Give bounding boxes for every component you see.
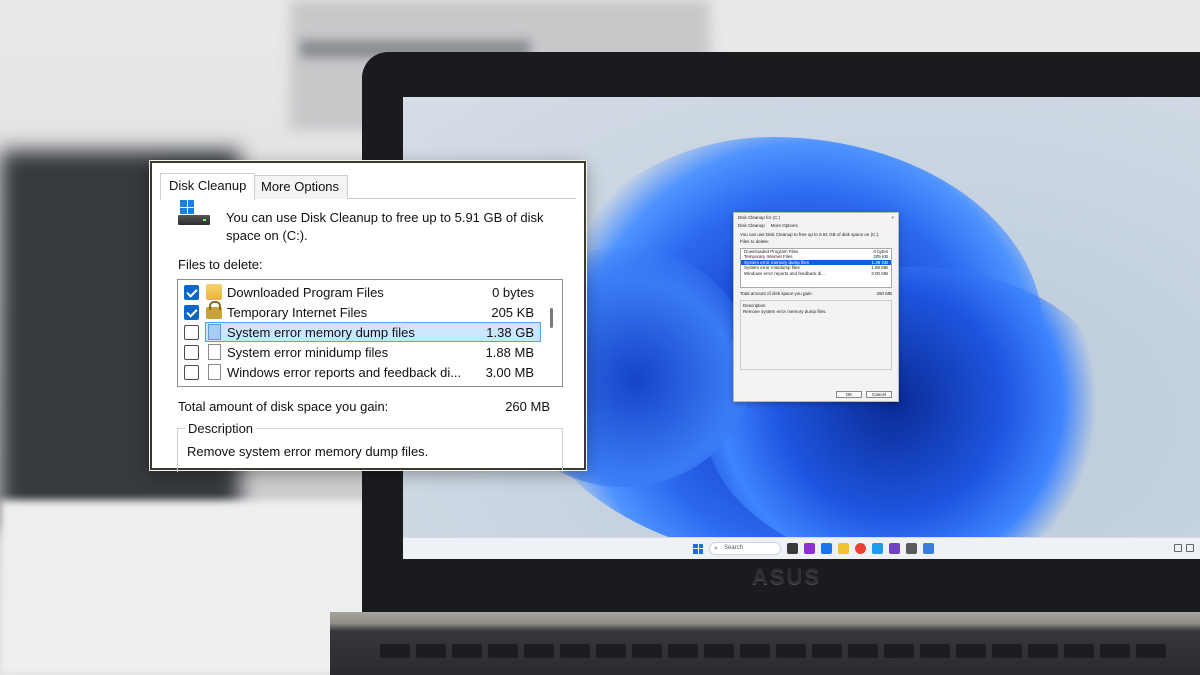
folder-icon — [206, 284, 222, 300]
file-size: 1.88 MB — [485, 344, 534, 360]
taskbar: Search — [403, 537, 1200, 559]
file-name: System error memory dump files — [227, 324, 415, 340]
description-text: Remove system error memory dump files. — [187, 444, 429, 459]
laptop-brand-logo: ASUS — [752, 564, 822, 589]
mini-total: Total amount of disk space you gain: 260 … — [740, 290, 892, 296]
drive-icon — [178, 200, 212, 228]
list-scrollbar[interactable] — [541, 280, 561, 386]
app-icon[interactable] — [889, 543, 900, 554]
tab-strip: Disk Cleanup More Options — [160, 173, 576, 200]
edge-icon[interactable] — [872, 543, 883, 554]
cancel-button[interactable]: Cancel — [866, 391, 892, 398]
file-name: Temporary Internet Files — [227, 304, 368, 320]
file-size: 1.38 GB — [486, 324, 534, 340]
start-icon[interactable] — [693, 543, 703, 554]
tab-more-options[interactable]: More Options — [252, 175, 349, 199]
total-space-value: 260 MB — [505, 399, 550, 414]
mini-body: You can use Disk Cleanup to free up to 5… — [734, 230, 898, 373]
settings-icon[interactable] — [906, 543, 917, 554]
document-icon — [208, 344, 221, 360]
list-item[interactable]: System error minidump files 1.88 MB — [178, 342, 540, 362]
intro-text: You can use Disk Cleanup to free up to 5… — [226, 210, 544, 243]
taskbar-search[interactable]: Search — [709, 542, 781, 555]
file-explorer-icon[interactable] — [838, 543, 849, 554]
list-item[interactable]: Windows error reports and feedback di...… — [178, 362, 540, 382]
mini-buttons: OK Cancel — [836, 391, 892, 398]
photos-icon[interactable] — [821, 543, 832, 554]
tray-icon[interactable] — [1186, 544, 1194, 552]
list-item[interactable]: Downloaded Program Files 0 bytes — [178, 282, 540, 302]
disk-cleanup-icon[interactable] — [923, 543, 934, 554]
file-size: 205 KB — [491, 304, 534, 320]
task-view-icon[interactable] — [787, 543, 798, 554]
mini-title-bar: Disk Cleanup for (C:) × — [734, 213, 898, 222]
file-size: 3.00 MB — [485, 364, 534, 380]
teams-icon[interactable] — [804, 543, 815, 554]
file-name: System error minidump files — [227, 344, 389, 360]
close-icon[interactable]: × — [891, 215, 894, 220]
document-icon — [208, 324, 221, 340]
mini-title: Disk Cleanup for (C:) — [738, 215, 781, 220]
chrome-icon[interactable] — [855, 543, 866, 554]
total-space-label: Total amount of disk space you gain: — [178, 399, 389, 414]
scrollbar-thumb[interactable] — [550, 308, 553, 328]
document-icon — [208, 364, 221, 380]
mini-file-list: Downloaded Program Files 0 bytes Temporar… — [740, 247, 892, 288]
checkbox-checked[interactable] — [184, 304, 199, 320]
ok-button[interactable]: OK — [836, 391, 862, 398]
mini-intro: You can use Disk Cleanup to free up to 5… — [740, 231, 880, 237]
file-name: Downloaded Program Files — [227, 284, 384, 300]
checkbox[interactable] — [184, 344, 199, 360]
list-item[interactable]: Temporary Internet Files 205 KB — [178, 301, 540, 322]
mini-tab-disk-cleanup[interactable]: Disk Cleanup — [738, 223, 765, 229]
file-list: Downloaded Program Files 0 bytes Tempora… — [177, 279, 563, 387]
checkbox-checked[interactable] — [184, 284, 199, 300]
system-tray — [1174, 544, 1194, 552]
keyboard — [380, 640, 1200, 675]
disk-cleanup-zoom-panel: Disk Cleanup More Options You can use Di… — [150, 161, 586, 472]
description-title: Description — [185, 421, 257, 436]
mini-list-item[interactable]: Windows error reports and feedback di...… — [741, 271, 891, 277]
list-item-selected[interactable]: System error memory dump files 1.38 GB — [178, 322, 541, 342]
checkbox[interactable] — [184, 324, 199, 340]
mini-disk-cleanup-dialog: Disk Cleanup for (C:) × Disk Cleanup Mor… — [733, 212, 899, 402]
lock-icon — [206, 301, 222, 319]
checkbox[interactable] — [184, 364, 199, 380]
mini-tabs: Disk Cleanup More Options — [734, 222, 898, 230]
tray-icon[interactable] — [1174, 544, 1182, 552]
tab-disk-cleanup[interactable]: Disk Cleanup — [160, 173, 256, 200]
file-name: Windows error reports and feedback di... — [227, 364, 462, 380]
files-to-delete-label: Files to delete: — [178, 257, 263, 272]
file-size: 0 bytes — [492, 284, 534, 300]
mini-tab-more-options[interactable]: More Options — [771, 223, 798, 229]
mini-description: Description Remove system error memory d… — [740, 300, 892, 371]
mini-files-label: Files to delete: — [740, 239, 770, 244]
